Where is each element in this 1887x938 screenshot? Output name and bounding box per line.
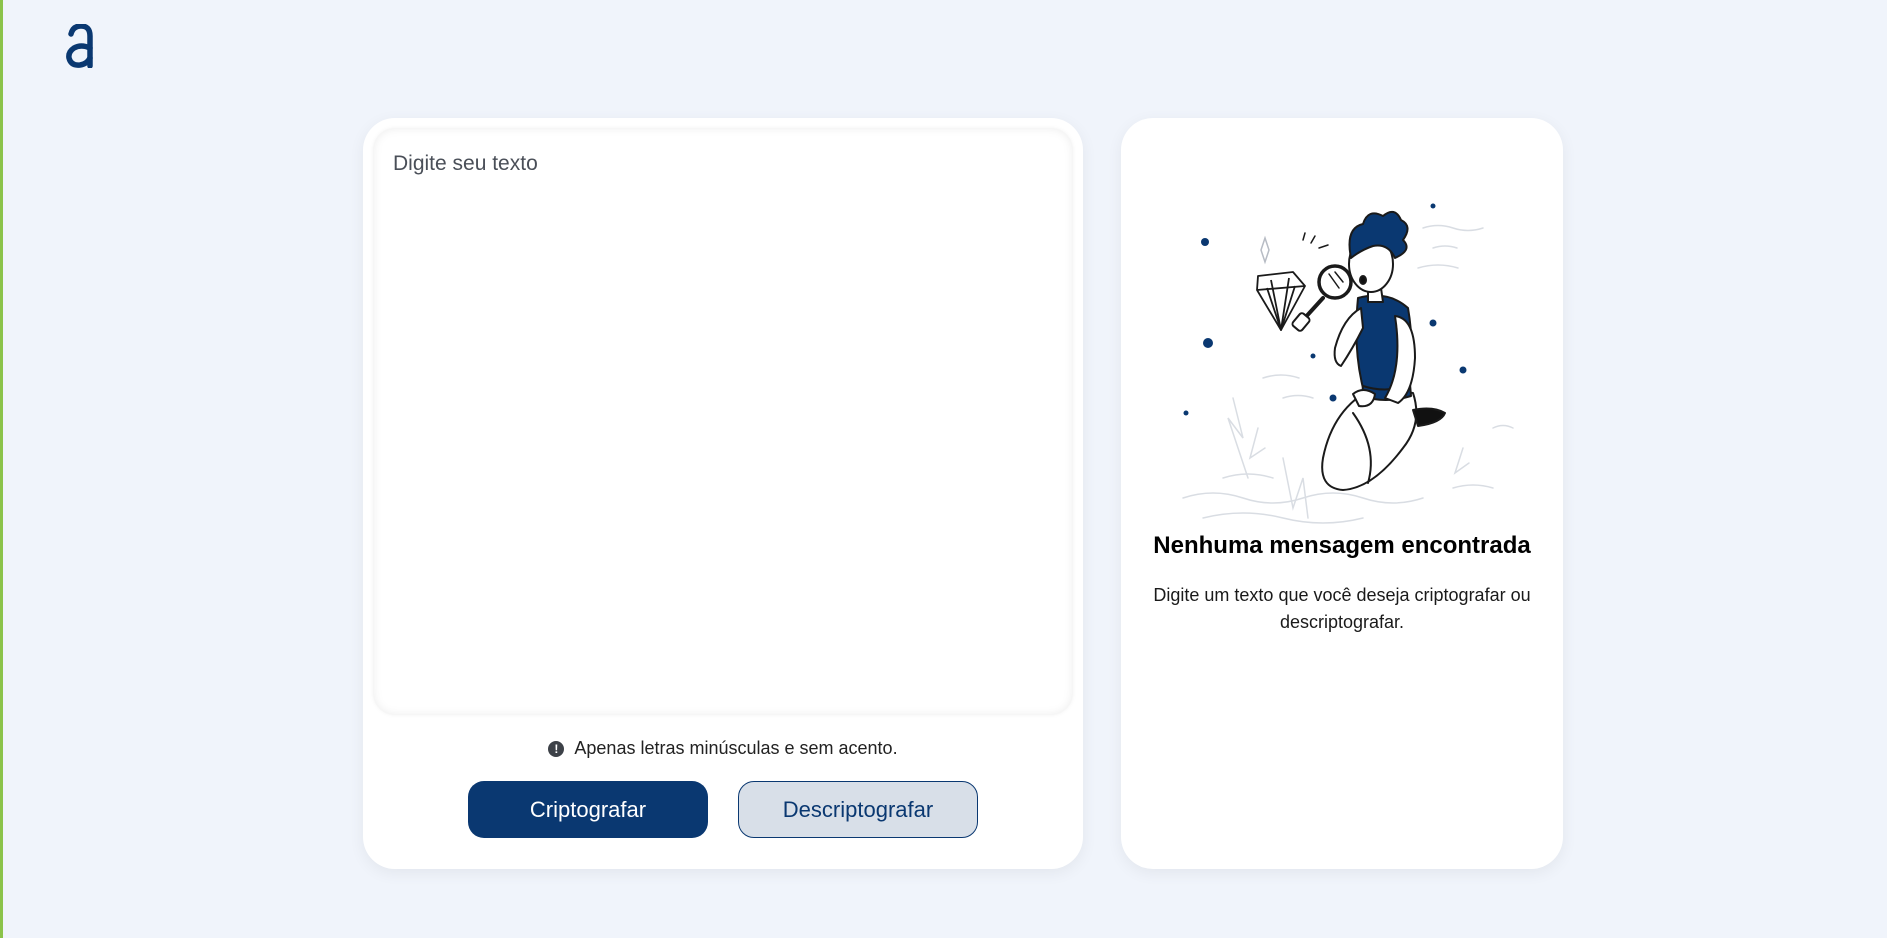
hint: ! Apenas letras minúsculas e sem acento. — [363, 738, 1083, 759]
output-title: Nenhuma mensagem encontrada — [1153, 532, 1531, 559]
text-input[interactable] — [373, 128, 1073, 715]
encrypt-button[interactable]: Criptografar — [468, 781, 708, 838]
input-card: ! Apenas letras minúsculas e sem acento.… — [363, 118, 1083, 869]
alura-a-logo-icon[interactable] — [65, 24, 95, 68]
exclamation-circle-icon: ! — [548, 740, 565, 757]
decrypt-button[interactable]: Descriptografar — [738, 781, 978, 838]
person-with-magnifier-illustration — [1182, 203, 1514, 524]
text-input-container — [373, 128, 1073, 715]
hint-text: Apenas letras minúsculas e sem acento. — [574, 738, 898, 758]
output-card: Nenhuma mensagem encontrada Digite um te… — [1121, 118, 1563, 869]
output-description: Digite um texto que você deseja criptogr… — [1153, 585, 1531, 632]
